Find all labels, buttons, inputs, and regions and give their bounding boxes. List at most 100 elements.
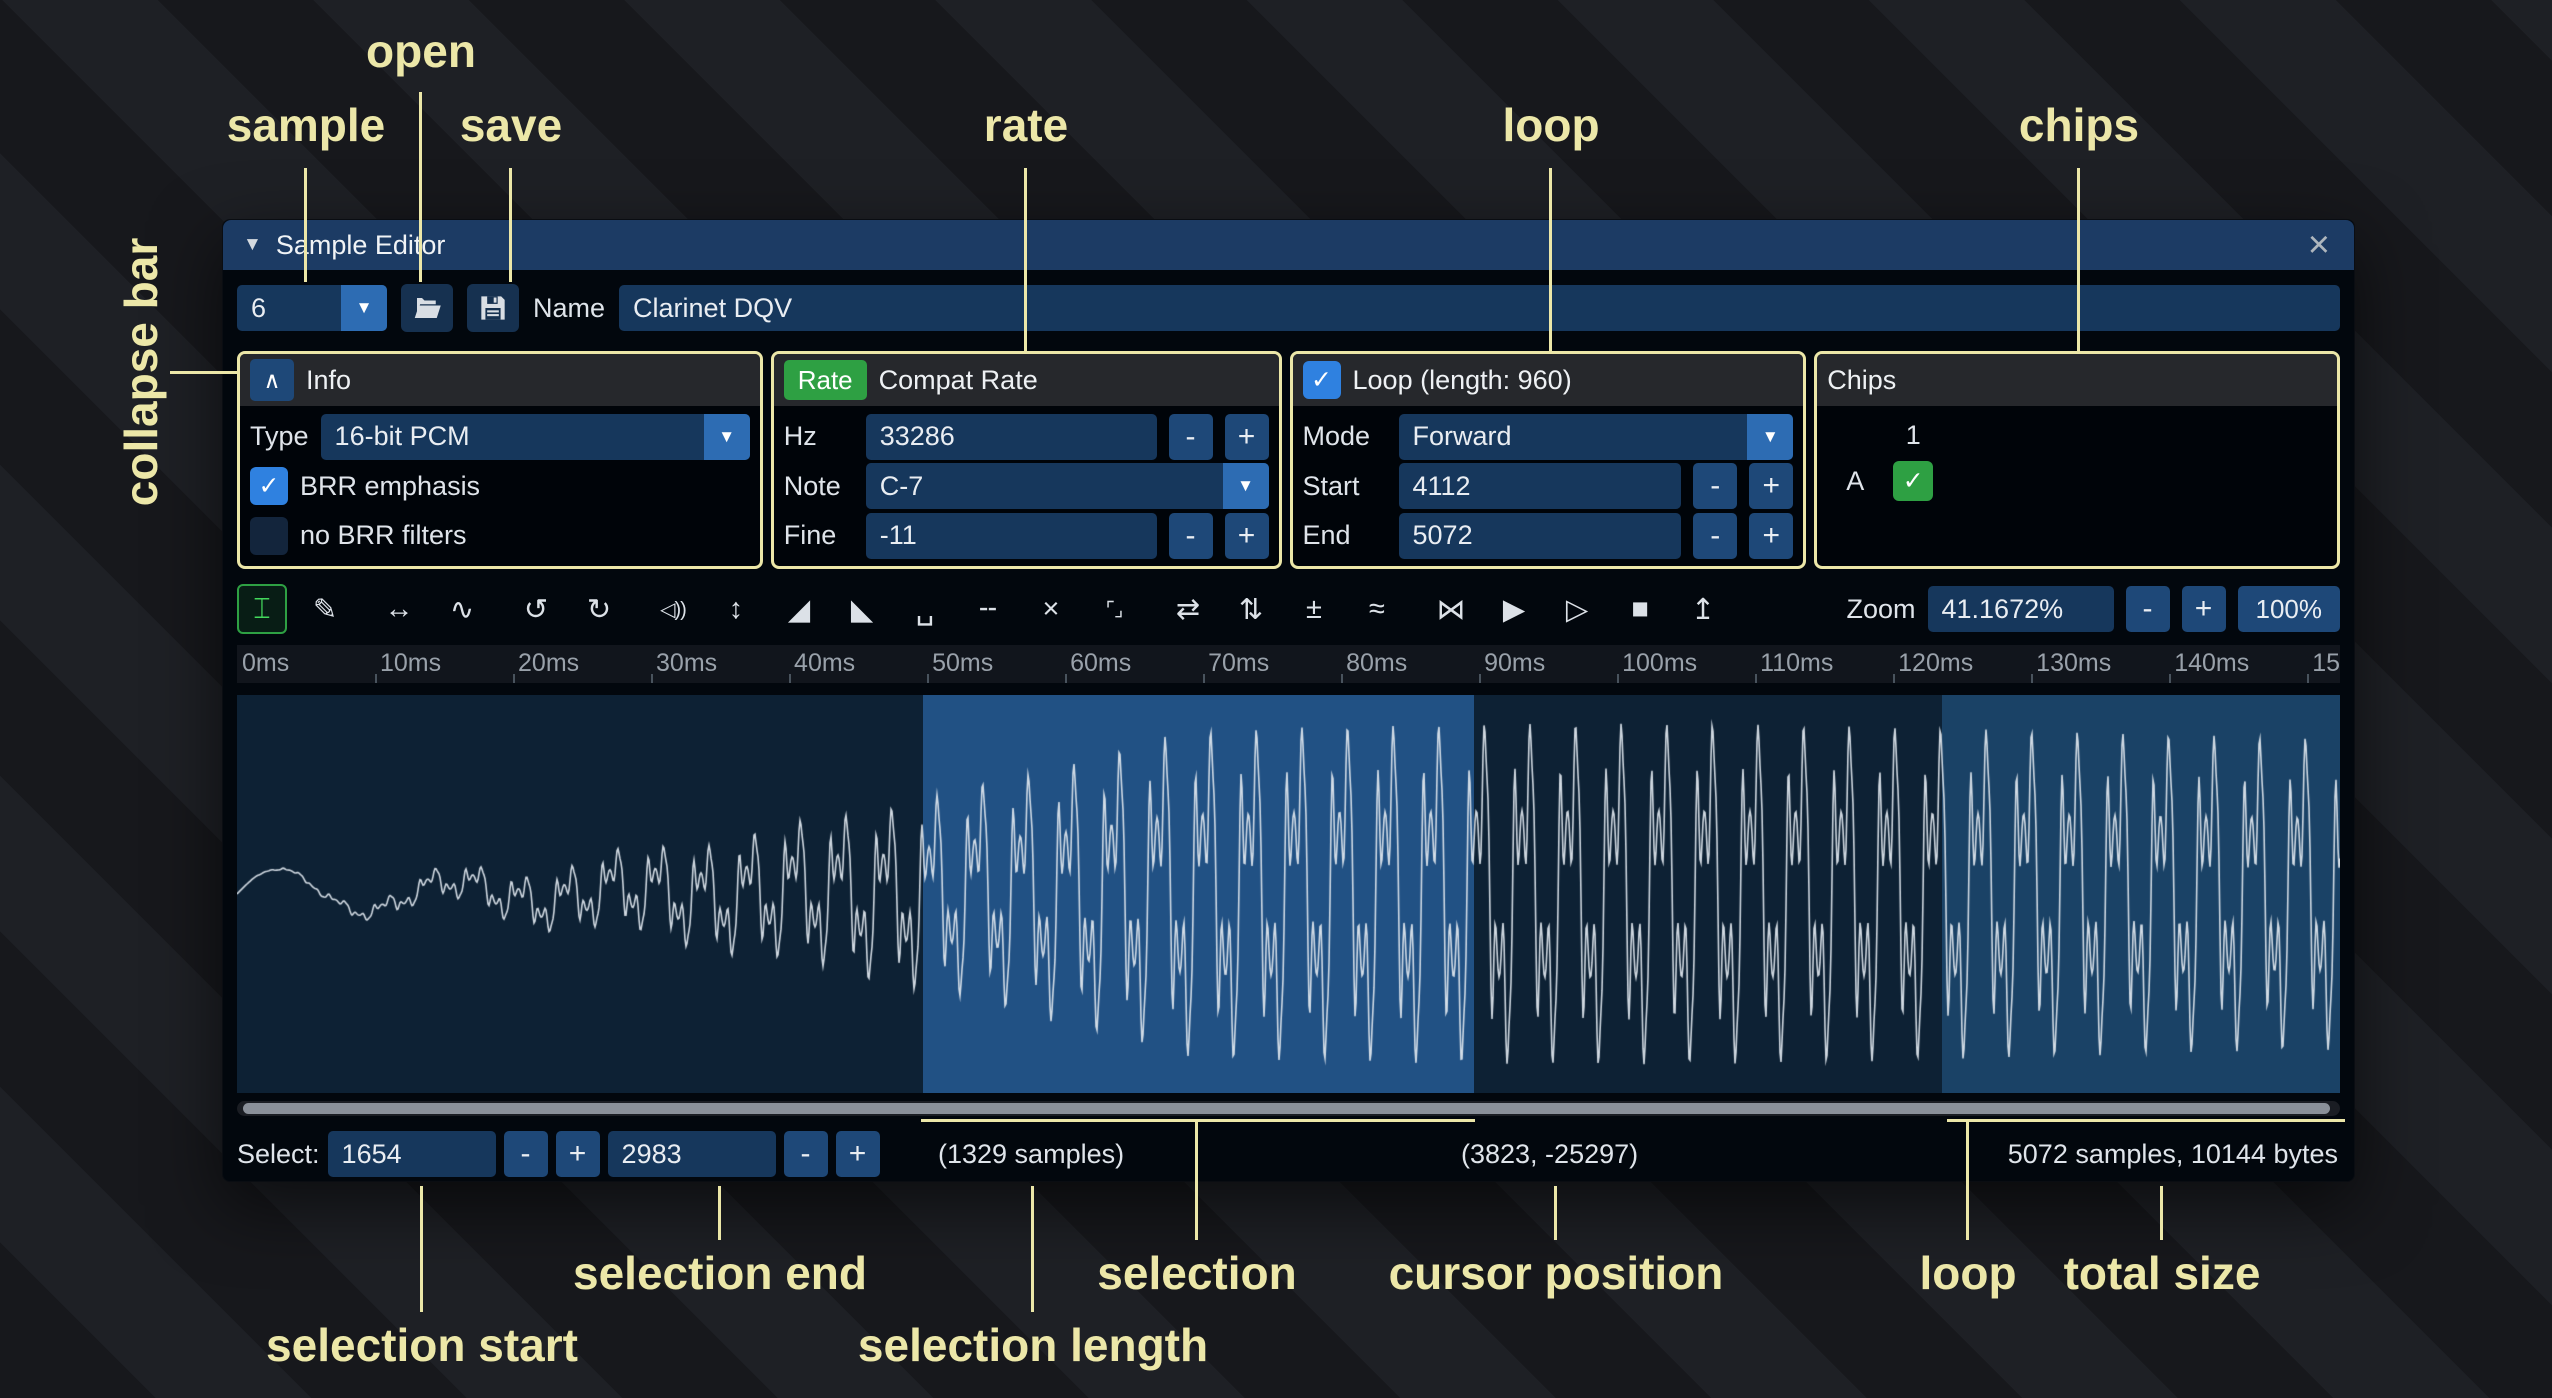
save-sample-button[interactable]: [467, 284, 519, 332]
selection-end-input[interactable]: [608, 1131, 776, 1177]
fade-out-button[interactable]: ◣: [837, 584, 887, 634]
stop-preview-button[interactable]: ■: [1615, 584, 1665, 634]
loop-start-input[interactable]: [1399, 463, 1682, 509]
timeline-ruler: 0ms10ms20ms30ms40ms50ms60ms70ms80ms90ms1…: [237, 645, 2340, 683]
dropdown-arrow-icon: ▼: [1747, 414, 1793, 460]
zoom-in-button[interactable]: +: [2182, 586, 2226, 632]
zoom-label: Zoom: [1846, 594, 1915, 625]
annotation-loop-bottom-line: [1966, 1122, 1969, 1240]
draw-tool-button[interactable]: ✎: [300, 584, 350, 634]
selection-length-text: (1329 samples): [938, 1139, 1124, 1170]
fine-increase-button[interactable]: +: [1225, 513, 1269, 559]
annotation-loop-top: loop: [1502, 98, 1599, 152]
trim-button[interactable]: ⌜⌟: [1089, 584, 1139, 634]
undo-button[interactable]: ↺: [511, 584, 561, 634]
ruler-tick-label: 50ms: [932, 649, 993, 678]
loop-end-increase-button[interactable]: +: [1749, 513, 1793, 559]
brr-emphasis-checkbox[interactable]: ✓: [250, 467, 288, 505]
preview-button[interactable]: ▶: [1489, 584, 1539, 634]
selection-start-decrease-button[interactable]: -: [504, 1131, 548, 1177]
fade-in-button[interactable]: ◢: [774, 584, 824, 634]
delete-button[interactable]: ×: [1026, 584, 1076, 634]
scrollbar-thumb[interactable]: [243, 1103, 2330, 1114]
rate-panel-title: Compat Rate: [879, 365, 1038, 396]
ruler-tick-label: 40ms: [794, 649, 855, 678]
sample-number-dropdown[interactable]: 6 ▼: [237, 285, 387, 331]
chip-enable-checkbox[interactable]: ✓: [1893, 461, 1933, 501]
no-brr-filters-label: no BRR filters: [300, 520, 467, 551]
crossfade-loop-button[interactable]: ⋈: [1426, 584, 1476, 634]
open-sample-button[interactable]: [401, 284, 453, 332]
collapse-info-button[interactable]: ∧: [250, 359, 294, 401]
select-label: Select:: [237, 1139, 320, 1170]
loop-end-decrease-button[interactable]: -: [1693, 513, 1737, 559]
toolbar-button-groups: ⌶ ✎ ↔ ∿ ↺ ↻ ◁)) ↕ ◢ ◣ ␣ ╌ × ⌜⌟ ⇄ ⇅ ± ≈ ⋈ ▶ ▷ ■ ↥: [237, 584, 1728, 634]
loop-start-increase-button[interactable]: +: [1749, 463, 1793, 509]
normalize-button[interactable]: ↕: [711, 584, 761, 634]
rate-badge[interactable]: Rate: [784, 360, 867, 400]
close-icon[interactable]: ×: [2304, 226, 2334, 264]
hz-decrease-button[interactable]: -: [1169, 414, 1213, 460]
note-value: C-7: [866, 471, 1223, 502]
ruler-tick-mark: [1755, 674, 1757, 683]
hz-label: Hz: [784, 421, 854, 452]
window-collapse-icon[interactable]: ▼: [243, 234, 262, 256]
apply-silence-button[interactable]: ╌: [963, 584, 1013, 634]
loop-end-input[interactable]: [1399, 513, 1682, 559]
resize-button[interactable]: ↔: [374, 584, 424, 634]
panels-row: ∧ Info Type 16-bit PCM ▼ ✓ BRR emphasis: [223, 351, 2354, 569]
ruler-tick-mark: [1479, 674, 1481, 683]
redo-button[interactable]: ↻: [574, 584, 624, 634]
sign-invert-button[interactable]: ±: [1289, 584, 1339, 634]
info-panel-header: ∧ Info: [240, 354, 760, 406]
note-dropdown[interactable]: C-7 ▼: [866, 463, 1269, 509]
select-tool-button[interactable]: ⌶: [237, 584, 287, 634]
selection-start-input[interactable]: [328, 1131, 496, 1177]
loop-start-decrease-button[interactable]: -: [1693, 463, 1737, 509]
annotation-selection-start: selection start: [266, 1318, 578, 1372]
selection-end-decrease-button[interactable]: -: [784, 1131, 828, 1177]
zoom-input[interactable]: [1928, 586, 2114, 632]
fine-input[interactable]: [866, 513, 1157, 559]
name-label: Name: [533, 293, 605, 324]
preview-loop-button[interactable]: ▷: [1552, 584, 1602, 634]
sample-name-input[interactable]: [619, 285, 2340, 331]
zoom-out-button[interactable]: -: [2126, 586, 2170, 632]
sample-type-dropdown[interactable]: 16-bit PCM ▼: [321, 414, 750, 460]
selection-start-increase-button[interactable]: +: [556, 1131, 600, 1177]
chips-panel-header: Chips: [1817, 354, 2337, 406]
toolbar: ⌶ ✎ ↔ ∿ ↺ ↻ ◁)) ↕ ◢ ◣ ␣ ╌ × ⌜⌟ ⇄ ⇅ ± ≈ ⋈ ▶ ▷ ■ ↥ Zoom - + 100%: [223, 583, 2354, 635]
hz-input[interactable]: [866, 414, 1157, 460]
reverse-button[interactable]: ⇄: [1163, 584, 1213, 634]
ruler-tick-mark: [789, 674, 791, 683]
ruler-tick-mark: [375, 674, 377, 683]
fine-decrease-button[interactable]: -: [1169, 513, 1213, 559]
invert-button[interactable]: ⇅: [1226, 584, 1276, 634]
chips-row-label: A: [1846, 466, 1864, 497]
loop-enable-checkbox[interactable]: ✓: [1303, 361, 1341, 399]
waveform-canvas[interactable]: [237, 695, 2340, 1093]
chips-grid: 1 A ✓: [1817, 406, 2337, 566]
folder-open-icon: [412, 295, 442, 321]
annotation-save: save: [460, 98, 562, 152]
waveform-display[interactable]: [237, 695, 2340, 1093]
resample-button[interactable]: ∿: [437, 584, 487, 634]
loop-mode-label: Mode: [1303, 421, 1387, 452]
hz-increase-button[interactable]: +: [1225, 414, 1269, 460]
ruler-tick-mark: [1341, 674, 1343, 683]
filter-button[interactable]: ≈: [1352, 584, 1402, 634]
loop-mode-dropdown[interactable]: Forward ▼: [1399, 414, 1794, 460]
annotation-loop-bottom: loop: [1919, 1246, 2016, 1300]
insert-silence-button[interactable]: ␣: [900, 584, 950, 634]
create-instrument-button[interactable]: ↥: [1678, 584, 1728, 634]
no-brr-filters-checkbox[interactable]: ✓: [250, 517, 288, 555]
waveform-scrollbar: [237, 1101, 2340, 1116]
selection-end-increase-button[interactable]: +: [836, 1131, 880, 1177]
amplify-button[interactable]: ◁)): [648, 584, 698, 634]
loop-panel-header: ✓ Loop (length: 960): [1293, 354, 1804, 406]
type-label: Type: [250, 421, 309, 452]
annotation-total-size: total size: [2064, 1246, 2261, 1300]
ruler-tick-label: 100ms: [1622, 649, 1697, 678]
zoom-reset-button[interactable]: 100%: [2238, 586, 2341, 632]
annotation-selection-start-line: [420, 1186, 423, 1312]
